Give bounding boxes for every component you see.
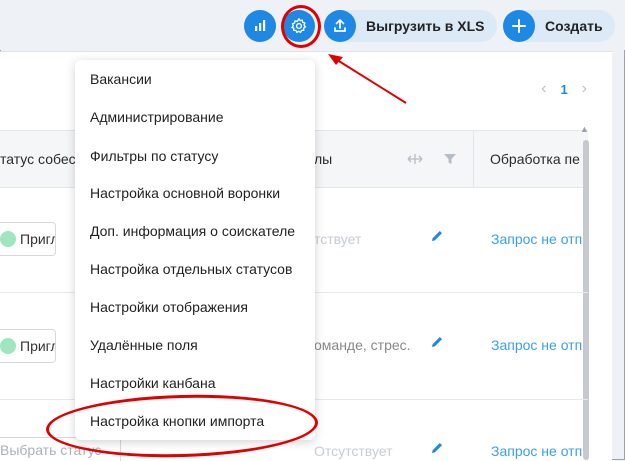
column-divider [473,131,474,187]
status-value: Приглаш [20,231,55,247]
menu-item-kanban-settings[interactable]: Настройки канбана [90,375,216,391]
status-select[interactable]: Приглаш [0,222,56,256]
prev-page-button[interactable]: ‹ [541,80,546,98]
toolbar: Выгрузить в XLS Создать [0,0,625,50]
menu-item-vacancies[interactable]: Вакансии [90,71,152,87]
status-select[interactable]: Приглаш [0,329,56,363]
next-page-button[interactable]: › [582,80,587,98]
pagination: ‹ 1 › [541,80,587,98]
fields-cell: оманде, стрес... [314,337,412,353]
stats-button[interactable] [244,10,276,42]
request-link[interactable]: Запрос не отп [491,443,583,459]
menu-item-status-filters[interactable]: Фильтры по статусу [90,148,218,164]
fields-cell: тствует [314,231,362,247]
pencil-icon[interactable] [430,335,444,349]
pencil-icon[interactable] [430,441,444,455]
current-page[interactable]: 1 [560,82,567,97]
plus-icon [503,10,535,42]
column-header-processing[interactable]: Обработка пе [490,131,582,187]
menu-item-individual-statuses[interactable]: Настройка отдельных статусов [90,261,292,277]
status-dot [0,338,16,354]
export-xls-button[interactable]: Выгрузить в XLS [324,10,497,42]
request-link[interactable]: Запрос не отп [491,231,583,247]
menu-item-administration[interactable]: Администрирование [90,109,224,125]
upload-icon [324,10,356,42]
status-dot [0,231,16,247]
export-xls-label: Выгрузить в XLS [366,18,485,34]
filter-icon[interactable] [440,131,460,187]
column-resize-icon[interactable] [404,131,426,187]
highlight-ring-settings [281,5,321,48]
menu-item-applicant-info[interactable]: Доп. информация о соискателе [90,223,295,239]
vertical-scrollbar[interactable] [583,140,589,460]
request-link[interactable]: Запрос не отп [491,337,583,353]
fields-cell: Отсутствует [314,443,393,459]
create-button[interactable]: Создать [503,10,615,42]
status-value: Приглаш [20,338,55,354]
menu-item-main-funnel[interactable]: Настройка основной воронки [90,185,280,201]
create-label: Создать [545,18,603,34]
settings-menu: Вакансии Администрирование Фильтры по ст… [75,60,315,440]
bar-chart-icon [255,20,266,31]
scroll-up-icon[interactable]: ▲ [580,124,589,134]
column-header-fields[interactable]: лы [314,131,404,187]
menu-item-deleted-fields[interactable]: Удалённые поля [90,337,198,353]
menu-item-display-settings[interactable]: Настройки отображения [90,299,248,315]
pencil-icon[interactable] [430,229,444,243]
